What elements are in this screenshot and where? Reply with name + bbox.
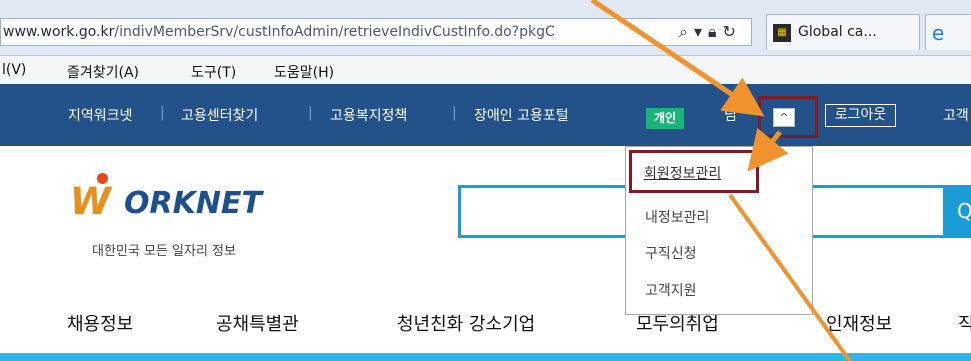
arrow-to-toggle-icon: [590, 0, 765, 117]
arrow-tail-icon: [728, 193, 852, 361]
annotation-arrows: [590, 0, 852, 361]
arrow-to-menu-item-icon: [747, 127, 789, 172]
